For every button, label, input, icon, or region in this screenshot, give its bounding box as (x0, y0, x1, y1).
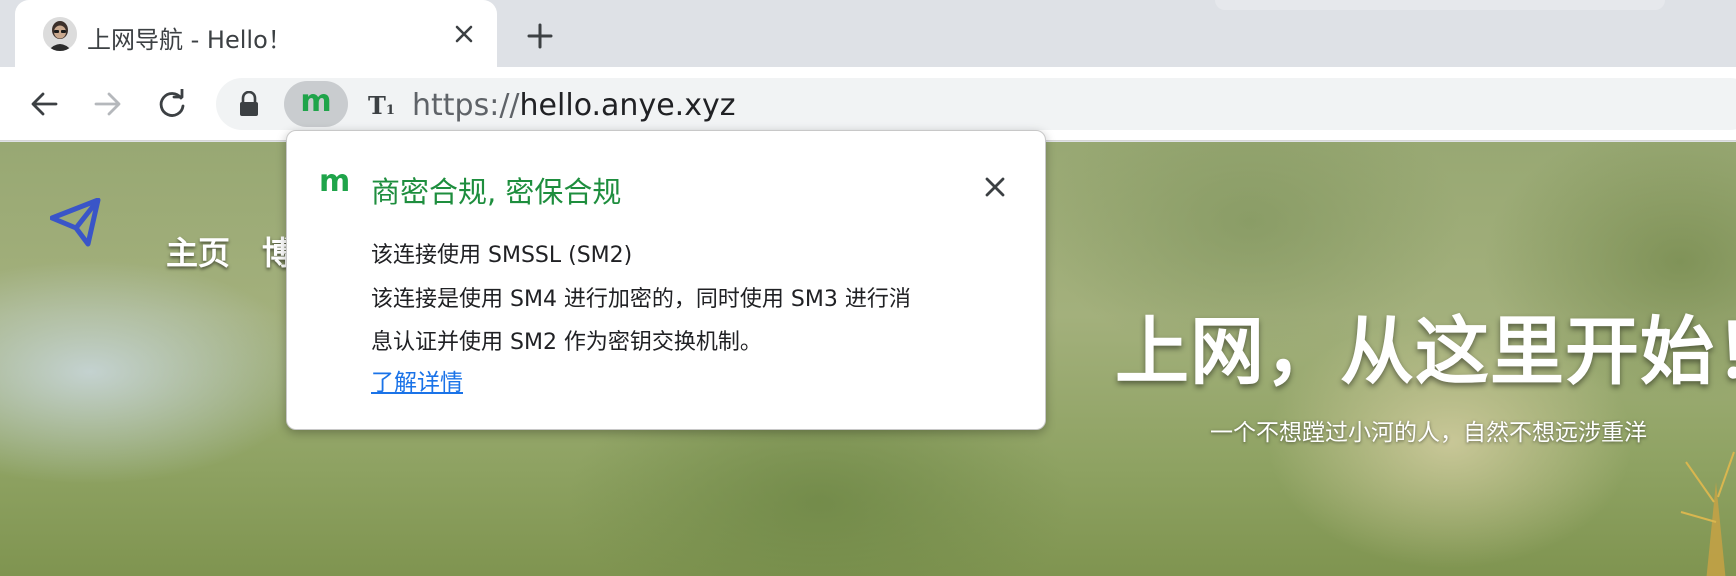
popup-title: 商密合规, 密保合规 (371, 175, 622, 209)
security-info-popup: m 商密合规, 密保合规 该连接使用 SMSSL (SM2) 该连接是使用 SM… (286, 130, 1046, 430)
tabstrip-decoration (1215, 0, 1665, 10)
arrow-right-icon[interactable] (88, 84, 128, 124)
security-badge: m (319, 164, 351, 199)
security-chip-label: m (300, 84, 332, 119)
url-text[interactable]: https://hello.anye.xyz (412, 88, 735, 123)
popup-line-1: 该连接使用 SMSSL (SM2) (371, 243, 633, 268)
active-tab[interactable]: 上网导航 - Hello！ (15, 0, 497, 67)
hero-title: 上网，从这里开始！ (1115, 309, 1736, 395)
plant-decoration (1680, 451, 1735, 576)
url-host: hello.anye.xyz (519, 88, 736, 123)
arrow-left-icon[interactable] (24, 84, 64, 124)
plus-icon[interactable] (520, 16, 560, 56)
learn-more-link[interactable]: 了解详情 (371, 363, 463, 397)
security-chip-button[interactable]: m (284, 81, 348, 127)
popup-line-2: 该连接是使用 SM4 进行加密的，同时使用 SM3 进行消 (371, 287, 911, 312)
url-scheme: https:// (412, 88, 520, 123)
tab-title: 上网导航 - Hello！ (87, 26, 292, 54)
close-icon[interactable] (975, 167, 1015, 207)
avatar-icon (43, 17, 77, 51)
nav-link-home[interactable]: 主页 (166, 228, 230, 274)
close-icon[interactable] (448, 18, 480, 50)
address-bar[interactable]: m T1 https://hello.anye.xyz (216, 78, 1736, 130)
translate-icon[interactable]: T1 (368, 91, 395, 120)
lock-icon[interactable] (238, 90, 260, 121)
tab-strip: 上网导航 - Hello！ (0, 0, 1736, 67)
paper-plane-icon[interactable] (49, 197, 102, 252)
popup-line-3: 息认证并使用 SM2 作为密钥交换机制。 (371, 330, 762, 355)
hero-subtitle: 一个不想蹚过小河的人，自然不想远涉重洋 (1210, 420, 1647, 446)
reload-icon[interactable] (152, 84, 192, 124)
